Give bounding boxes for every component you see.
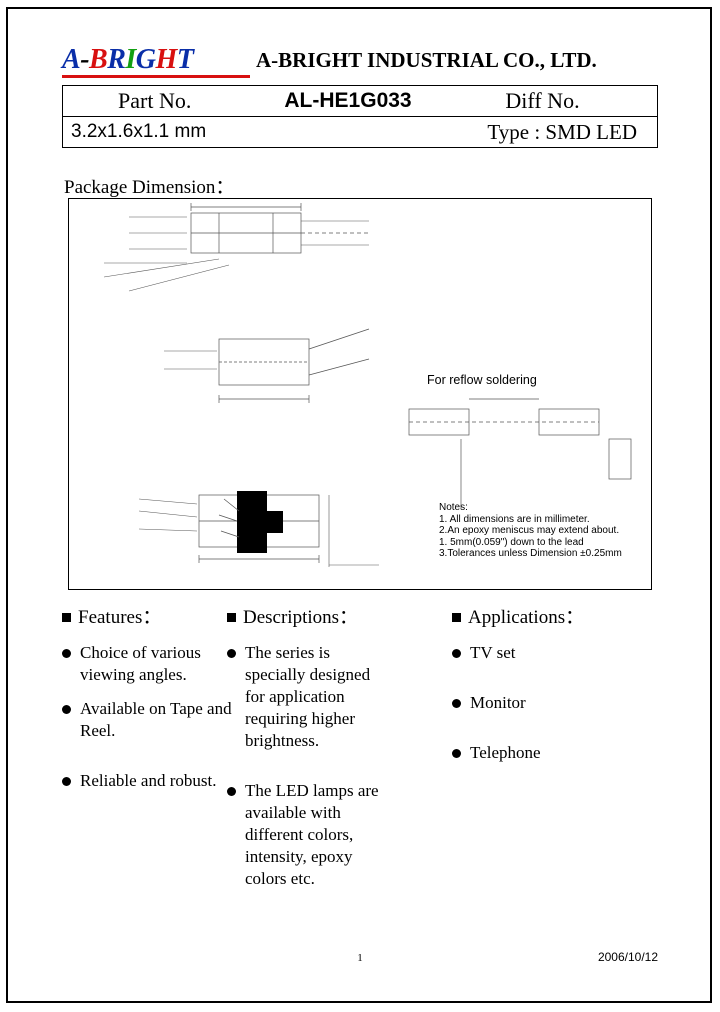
logo-text: A-BRIGHT bbox=[62, 44, 194, 75]
description-text-1: The LED lamps are available with differe… bbox=[245, 781, 379, 888]
logo-underline bbox=[62, 75, 250, 78]
reflow-soldering-label: For reflow soldering bbox=[427, 373, 537, 387]
list-item: The LED lamps are available with differe… bbox=[227, 780, 387, 890]
feature-text-1: Available on Tape and Reel. bbox=[80, 699, 232, 740]
applications-heading: Applications： bbox=[452, 602, 652, 629]
square-bullet-icon bbox=[227, 613, 236, 622]
document-page: A-BRIGHT A-BRIGHT INDUSTRIAL CO., LTD. P… bbox=[0, 0, 720, 1012]
list-item: Reliable and robust. bbox=[62, 770, 232, 792]
round-bullet-icon bbox=[62, 649, 71, 658]
note-line-1: 1. All dimensions are in millimeter. bbox=[439, 513, 590, 525]
square-bullet-icon bbox=[452, 613, 461, 622]
application-text-2: Telephone bbox=[470, 743, 541, 762]
descriptions-heading: Descriptions： bbox=[227, 602, 387, 629]
product-type-value: Type : SMD LED bbox=[487, 119, 637, 144]
feature-text-2: Reliable and robust. bbox=[80, 771, 217, 790]
square-bullet-icon bbox=[62, 613, 71, 622]
round-bullet-icon bbox=[62, 777, 71, 786]
application-text-0: TV set bbox=[470, 643, 516, 662]
part-info-table: Part No. AL-HE1G033 Diff No. 3.2x1.6x1.1… bbox=[62, 85, 658, 148]
part-row-dimension: 3.2x1.6x1.1 mm Type : SMD LED bbox=[63, 117, 657, 147]
note-line-3: 1. 5mm(0.059") down to the lead bbox=[439, 536, 584, 548]
company-logo: A-BRIGHT bbox=[62, 44, 252, 78]
package-size-value: 3.2x1.6x1.1 mm bbox=[71, 121, 207, 142]
feature-text-0: Choice of various viewing angles. bbox=[80, 643, 201, 684]
company-name: A-BRIGHT INDUSTRIAL CO., LTD. bbox=[256, 47, 597, 72]
applications-heading-text: Applications： bbox=[468, 607, 585, 628]
part-row-number: Part No. AL-HE1G033 Diff No. bbox=[63, 86, 657, 117]
diff-no-label: Diff No. bbox=[505, 88, 580, 113]
part-no-value: AL-HE1G033 bbox=[284, 89, 412, 112]
descriptions-heading-text: Descriptions： bbox=[243, 607, 359, 628]
part-no-label: Part No. bbox=[118, 88, 192, 113]
list-item: Monitor bbox=[452, 692, 652, 714]
document-date: 2006/10/12 bbox=[597, 950, 658, 964]
package-drawing-box: For reflow soldering Notes: 1. All dimen… bbox=[68, 198, 652, 590]
note-line-0: Notes: bbox=[439, 502, 468, 513]
list-item: TV set bbox=[452, 642, 652, 664]
note-line-2: 2.An epoxy meniscus may extend about. bbox=[439, 525, 620, 536]
description-text-0: The series is specially designed for app… bbox=[245, 643, 371, 750]
applications-column: Applications： TV set Monitor Telephone bbox=[452, 602, 652, 764]
round-bullet-icon bbox=[452, 699, 461, 708]
round-bullet-icon bbox=[62, 705, 71, 714]
features-column: Features： Choice of various viewing angl… bbox=[62, 602, 232, 792]
list-item: Telephone bbox=[452, 742, 652, 764]
descriptions-column: Descriptions： The series is specially de… bbox=[227, 602, 387, 890]
note-line-4: 3.Tolerances unless Dimension ±0.25mm bbox=[439, 548, 622, 559]
features-heading: Features： bbox=[62, 602, 232, 629]
list-item: Available on Tape and Reel. bbox=[62, 698, 232, 742]
round-bullet-icon bbox=[227, 787, 236, 796]
document-header: A-BRIGHT A-BRIGHT INDUSTRIAL CO., LTD. bbox=[62, 40, 658, 80]
round-bullet-icon bbox=[452, 749, 461, 758]
list-item: The series is specially designed for app… bbox=[227, 642, 387, 752]
list-item: Choice of various viewing angles. bbox=[62, 642, 232, 686]
package-dimension-title: Package Dimension： bbox=[64, 177, 235, 198]
application-text-1: Monitor bbox=[470, 693, 526, 712]
features-heading-text: Features： bbox=[78, 607, 162, 628]
drawing-notes: Notes: 1. All dimensions are in millimet… bbox=[439, 502, 622, 560]
round-bullet-icon bbox=[227, 649, 236, 658]
round-bullet-icon bbox=[452, 649, 461, 658]
